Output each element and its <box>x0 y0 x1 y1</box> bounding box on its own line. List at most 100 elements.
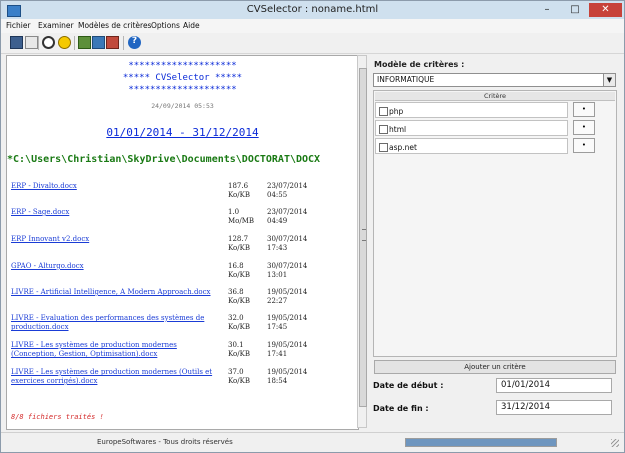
save-icon[interactable] <box>10 36 23 49</box>
resize-grip-icon[interactable] <box>611 439 619 447</box>
grid-green-icon[interactable] <box>78 36 91 49</box>
menu-options[interactable]: Options <box>151 21 180 30</box>
file-link[interactable]: LIVRE - Artificial Intelligence, A Moder… <box>11 288 216 297</box>
file-size-unit: Ko/KB <box>228 271 250 279</box>
help-icon[interactable]: ? <box>128 36 141 49</box>
file-date: 30/07/2014 <box>267 262 308 270</box>
criteria-row: html • <box>375 120 615 136</box>
window-title: CVSelector : noname.html <box>246 4 379 15</box>
grid-blue-icon[interactable] <box>92 36 105 49</box>
file-date: 19/05/2014 <box>267 314 308 322</box>
toolbar-separator <box>123 36 124 50</box>
file-size: 36.8 <box>228 288 244 296</box>
report-pane[interactable]: ******************** ***** CVSelector **… <box>6 55 359 430</box>
menu-modeles-criteres[interactable]: Modèles de critères <box>78 21 151 30</box>
file-size-unit: Ko/KB <box>228 350 250 358</box>
report-generated-date: 24/09/2014 05:53 <box>151 102 214 110</box>
file-time: 17:41 <box>267 350 288 358</box>
file-size: 30.1 <box>228 341 244 349</box>
close-button[interactable]: ✕ <box>589 3 622 17</box>
file-link[interactable]: LIVRE - Les systèmes de production moder… <box>11 368 216 386</box>
file-time: 17:43 <box>267 244 288 252</box>
criteria-edit-button[interactable]: • <box>573 102 595 117</box>
file-size: 32.0 <box>228 314 244 322</box>
start-date-field[interactable]: 01/01/2014 <box>496 378 612 393</box>
stop-icon[interactable] <box>42 36 55 49</box>
criteria-model-value: INFORMATIQUE <box>377 75 435 84</box>
report-app-name: ***** CVSelector ***** <box>122 73 243 83</box>
criteria-table: Critère php • html • asp.net • <box>373 90 617 357</box>
criteria-checkbox[interactable] <box>379 107 388 116</box>
criteria-row: php • <box>375 102 615 118</box>
file-time: 22:27 <box>267 297 288 305</box>
criteria-label: html <box>389 125 407 134</box>
scrollbar-grip <box>362 229 366 241</box>
file-link[interactable]: ERP - Divalto.docx <box>11 182 216 191</box>
status-bar: EuropeSoftwares - Tous droits réservés <box>1 432 624 452</box>
file-time: 04:55 <box>267 191 288 199</box>
file-time: 17:45 <box>267 323 288 331</box>
file-time: 18:54 <box>267 377 288 385</box>
criteria-row: asp.net • <box>375 138 615 154</box>
menu-examiner[interactable]: Examiner <box>38 21 74 30</box>
criteria-cell[interactable]: html <box>375 120 568 136</box>
file-size-unit: Ko/KB <box>228 297 250 305</box>
title-bar[interactable]: CVSelector : noname.html – □ ✕ <box>1 1 624 19</box>
maximize-button[interactable]: □ <box>562 3 588 17</box>
file-link[interactable]: LIVRE - Evaluation des performances des … <box>11 314 216 332</box>
criteria-cell[interactable]: php <box>375 102 568 118</box>
progress-bar <box>405 438 557 447</box>
file-date: 19/05/2014 <box>267 368 308 376</box>
criteria-edit-button[interactable]: • <box>573 120 595 135</box>
report-stars-bottom: ******************** <box>128 85 237 95</box>
toolbar-separator <box>38 36 39 50</box>
print-icon[interactable] <box>25 36 38 49</box>
criteria-model-select[interactable]: INFORMATIQUE ▼ <box>373 73 616 87</box>
file-date: 19/05/2014 <box>267 341 308 349</box>
add-criterion-button[interactable]: Ajouter un critère <box>374 360 616 374</box>
file-link[interactable]: LIVRE - Les systèmes de production moder… <box>11 341 216 359</box>
file-size-unit: Mo/MB <box>228 217 255 225</box>
report-date-range: 01/01/2014 - 31/12/2014 <box>106 126 259 139</box>
file-size: 187.6 <box>228 182 249 190</box>
file-size-unit: Ko/KB <box>228 323 250 331</box>
toolbar-separator <box>74 36 75 50</box>
end-date-label: Date de fin : <box>373 404 429 413</box>
report-scrollbar[interactable] <box>357 55 367 428</box>
start-date-label: Date de début : <box>373 381 444 390</box>
report-summary: 8/8 fichiers traités ! <box>11 413 104 421</box>
end-date-field[interactable]: 31/12/2014 <box>496 400 612 415</box>
file-date: 19/05/2014 <box>267 288 308 296</box>
minimize-button[interactable]: – <box>534 3 560 17</box>
report-stars-top: ******************** <box>128 61 237 71</box>
file-date: 23/07/2014 <box>267 182 308 190</box>
criteria-checkbox[interactable] <box>379 125 388 134</box>
menu-aide[interactable]: Aide <box>183 21 200 30</box>
file-date: 23/07/2014 <box>267 208 308 216</box>
file-size: 128.7 <box>228 235 249 243</box>
file-size-unit: Ko/KB <box>228 191 250 199</box>
grid-red-icon[interactable] <box>106 36 119 49</box>
criteria-cell[interactable]: asp.net <box>375 138 568 154</box>
file-link[interactable]: ERP - Sage.docx <box>11 208 216 217</box>
criteria-label: asp.net <box>389 143 417 152</box>
file-size: 1.0 <box>228 208 240 216</box>
file-link[interactable]: GPAO - Alturgo.docx <box>11 262 216 271</box>
app-window: CVSelector : noname.html – □ ✕ Fichier E… <box>0 0 625 453</box>
file-link[interactable]: ERP Innovant v2.docx <box>11 235 216 244</box>
criteria-label: php <box>389 107 404 116</box>
chevron-down-icon[interactable]: ▼ <box>603 74 615 86</box>
progress-fill <box>406 439 556 446</box>
file-size-unit: Ko/KB <box>228 377 250 385</box>
menu-fichier[interactable]: Fichier <box>6 21 31 30</box>
toolbar: ? <box>1 33 624 54</box>
criteria-checkbox[interactable] <box>379 143 388 152</box>
criteria-model-label: Modèle de critères : <box>374 60 465 69</box>
criteria-column-header: Critère <box>375 92 615 101</box>
menu-bar: Fichier Examiner Modèles de critères Opt… <box>1 19 624 33</box>
criteria-edit-button[interactable]: • <box>573 138 595 153</box>
scrollbar-thumb[interactable] <box>359 68 367 407</box>
file-date: 30/07/2014 <box>267 235 308 243</box>
file-size: 37.0 <box>228 368 244 376</box>
warning-icon[interactable] <box>58 36 71 49</box>
